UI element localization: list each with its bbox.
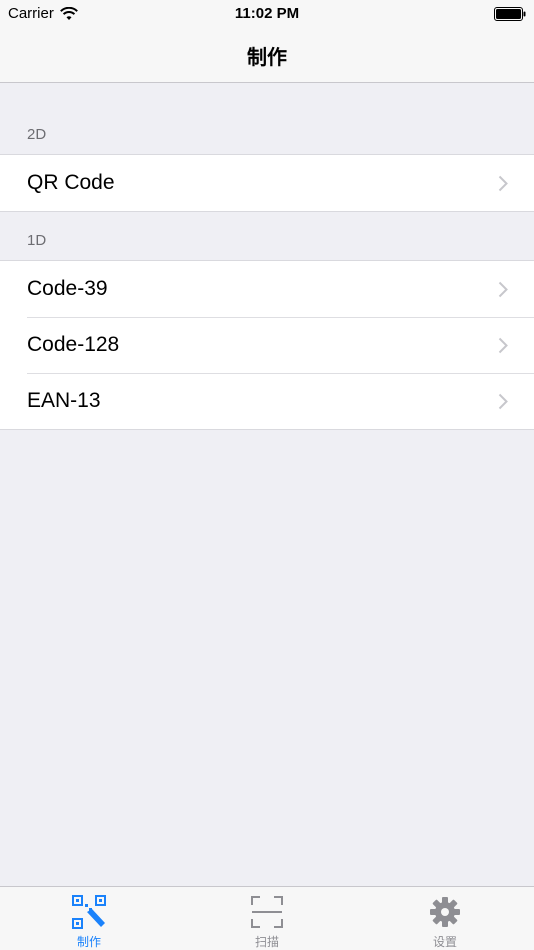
list-item-code-39[interactable]: Code-39: [0, 261, 534, 317]
page-title: 制作: [247, 46, 287, 69]
list-item-label: Code-39: [27, 277, 108, 300]
status-bar: Carrier 11:02 PM: [0, 0, 534, 28]
tab-label: 设置: [432, 935, 457, 949]
section-1d-group: Code-39 Code-128 EAN-13: [0, 260, 534, 430]
list-item-label: QR Code: [27, 171, 115, 194]
battery-icon: [494, 7, 526, 21]
tab-settings[interactable]: 设置: [356, 887, 534, 950]
tab-make[interactable]: 制作: [0, 887, 178, 950]
screen: Carrier 11:02 PM 制作 2D QR Code 1D Code-3…: [0, 0, 534, 950]
gear-icon: [430, 897, 460, 927]
tab-scan[interactable]: 扫描: [178, 887, 356, 950]
tab-bar: 制作 扫描 设置: [0, 886, 534, 950]
list-item-qr-code[interactable]: QR Code: [0, 155, 534, 211]
list-item-ean-13[interactable]: EAN-13: [0, 373, 534, 429]
list-item-label: EAN-13: [27, 389, 101, 412]
section-header-2d: 2D: [27, 126, 47, 143]
list-item-label: Code-128: [27, 333, 120, 356]
scan-frame-icon: [251, 896, 283, 928]
nav-bar: 制作: [0, 28, 534, 83]
tab-label: 制作: [76, 935, 101, 949]
list-item-code-128[interactable]: Code-128: [0, 317, 534, 373]
tab-label: 扫描: [254, 935, 279, 949]
section-2d-group: QR Code: [0, 154, 534, 212]
status-time: 11:02 PM: [234, 5, 300, 22]
chevron-right-icon: [498, 393, 508, 410]
chevron-right-icon: [498, 281, 508, 298]
chevron-right-icon: [498, 337, 508, 354]
qr-pencil-icon: [72, 895, 106, 929]
section-header-1d: 1D: [27, 232, 47, 249]
chevron-right-icon: [498, 175, 508, 192]
